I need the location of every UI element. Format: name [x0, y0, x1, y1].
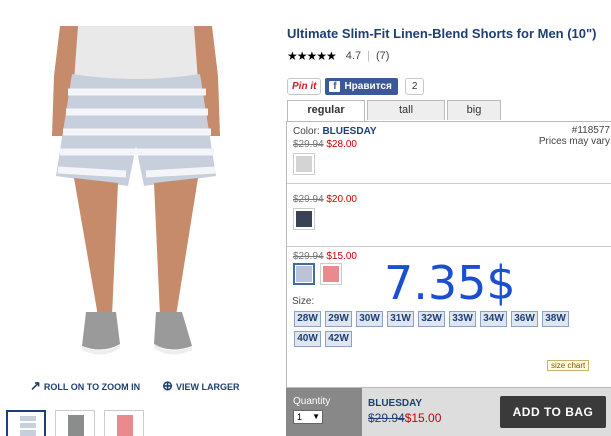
review-count-link[interactable]: (7): [376, 50, 389, 62]
sale-price: $15.00: [404, 411, 442, 425]
thumbnail-pink[interactable]: [104, 410, 144, 436]
size-chart-link[interactable]: size chart: [547, 360, 590, 371]
divider: |: [367, 50, 370, 62]
pinit-button[interactable]: Pin it: [287, 78, 322, 95]
price: $29.94 $15.00: [293, 251, 357, 262]
purchase-bar: Quantity 1 ▼ BLUESDAY $29.94$15.00 ADD T…: [286, 388, 611, 436]
rating-value: 4.7: [345, 50, 362, 62]
size-option[interactable]: 31W: [387, 311, 414, 327]
original-price: $29.94: [293, 251, 324, 262]
thumbnail-gray[interactable]: [55, 410, 95, 436]
add-to-bag-button[interactable]: ADD TO BAG: [500, 396, 606, 428]
view-larger-link[interactable]: ⊕ VIEW LARGER: [162, 378, 239, 394]
rating-row: ★★★★★ 4.7 | (7): [287, 49, 389, 63]
zoom-in-link[interactable]: ↗ ROLL ON TO ZOOM IN: [30, 378, 140, 394]
size-option[interactable]: 32W: [418, 311, 445, 327]
selected-price: $29.94$15.00: [368, 411, 441, 425]
price-note: Prices may vary: [538, 136, 610, 147]
sale-price: $28.00: [326, 139, 357, 150]
size-option[interactable]: 36W: [511, 311, 538, 327]
color-swatch-navy[interactable]: [293, 208, 315, 230]
size-option[interactable]: 42W: [325, 331, 352, 347]
size-option[interactable]: 30W: [356, 311, 383, 327]
product-title: Ultimate Slim-Fit Linen-Blend Shorts for…: [287, 26, 597, 41]
size-option[interactable]: 29W: [325, 311, 352, 327]
thumbnail-blue-stripe[interactable]: [6, 410, 46, 436]
size-options: 28W 29W 30W 31W 32W 33W 34W 36W 38W 40W …: [294, 311, 594, 347]
facebook-like-button[interactable]: f Нравится: [325, 78, 398, 95]
price: $29.94 $20.00: [293, 194, 357, 205]
color-swatch-bluesday[interactable]: [293, 263, 315, 285]
item-number: #118577 Prices may vary: [538, 125, 610, 147]
size-option[interactable]: 38W: [542, 311, 569, 327]
tab-big[interactable]: big: [447, 100, 501, 120]
size-option[interactable]: 28W: [294, 311, 321, 327]
original-price: $29.94: [293, 139, 324, 150]
original-price: $29.94: [293, 194, 324, 205]
fit-tabs: regular tall big: [287, 100, 501, 122]
overlay-price-text: 7.35$: [384, 256, 516, 310]
color-swatch-pink[interactable]: [320, 263, 342, 285]
product-image[interactable]: [8, 26, 264, 370]
selected-color: BLUESDAY: [368, 398, 423, 409]
variant-panel: Color: BLUESDAY #118577 Prices may vary …: [286, 121, 611, 388]
quantity-label: Quantity: [293, 396, 331, 407]
zoom-arrow-icon: ↗: [30, 378, 41, 393]
tab-regular[interactable]: regular: [287, 100, 365, 122]
thumbnail-strip: [6, 410, 144, 436]
sale-price: $20.00: [326, 194, 357, 205]
quantity-box: Quantity 1 ▼: [286, 388, 362, 436]
quantity-select[interactable]: 1 ▼: [293, 410, 323, 424]
original-price: $29.94: [368, 411, 405, 425]
tab-tall[interactable]: tall: [367, 100, 445, 120]
magnifier-plus-icon: ⊕: [162, 378, 173, 393]
facebook-like-label: Нравится: [344, 81, 392, 92]
facebook-icon: f: [329, 81, 341, 92]
size-label: Size:: [292, 296, 315, 307]
rating-stars-icon[interactable]: ★★★★★: [287, 49, 337, 63]
size-option[interactable]: 40W: [294, 331, 321, 347]
social-buttons: Pin it f Нравится 2: [287, 78, 425, 95]
color-group: Color: BLUESDAY #118577 Prices may vary …: [287, 122, 611, 184]
facebook-like-count: 2: [404, 78, 425, 95]
chevron-down-icon: ▼: [312, 412, 320, 421]
color-group: $29.94 $20.00: [287, 184, 611, 247]
color-name: BLUESDAY: [322, 126, 377, 137]
color-label: Color: BLUESDAY: [293, 126, 377, 137]
size-option[interactable]: 33W: [449, 311, 476, 327]
price: $29.94 $28.00: [293, 139, 357, 150]
size-option[interactable]: 34W: [480, 311, 507, 327]
color-swatch-light-gray[interactable]: [293, 153, 315, 175]
sale-price: $15.00: [326, 251, 357, 262]
